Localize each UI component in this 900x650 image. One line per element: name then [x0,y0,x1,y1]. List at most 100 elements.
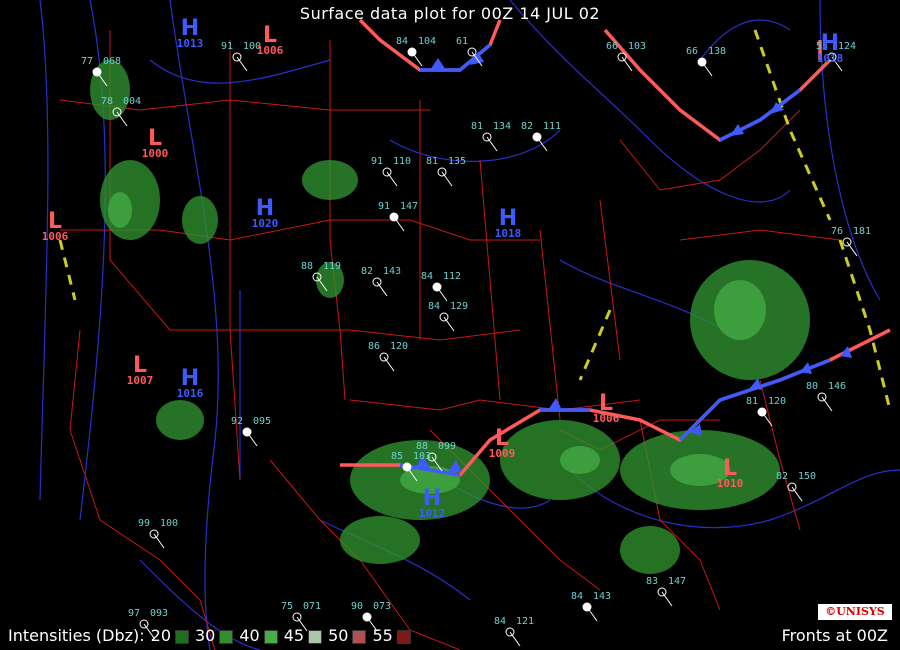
station-temp: 84 [421,271,433,282]
station-temp: 76 [831,226,843,237]
station-pressure: 146 [828,381,846,392]
station-plot: 84 112 [421,271,461,302]
station-pressure: 150 [798,471,816,482]
pressure-value: 1018 [495,227,522,240]
legend-level-40: 40 [239,626,278,645]
station-pressure: 103 [628,41,646,52]
station-temp: 88 [301,261,313,272]
station-pressure: 073 [373,601,391,612]
low-pressure-center: L1006 [593,391,620,425]
station-pressure: 103 [413,451,431,462]
station-temp: 81 [746,396,758,407]
legend-level-50: 50 [328,626,367,645]
station-plot: 81 134 [471,121,511,152]
low-pressure-center: L1006 [42,209,69,243]
station-temp: 90 [351,601,363,612]
wind-barb [383,356,395,372]
station-pressure: 147 [668,576,686,587]
station-pressure: 120 [768,396,786,407]
wind-barb [486,136,498,152]
wind-barb [436,286,448,302]
radar-echoes [90,60,810,574]
station-temp: 92 [231,416,243,427]
station-pressure: 143 [593,591,611,602]
pressure-value: 1010 [717,477,744,490]
map-title: Surface data plot for 00Z 14 JUL 02 [299,4,601,23]
station-plot: 82 150 [776,471,816,502]
station-temp: 82 [776,471,788,482]
station-pressure: 121 [516,616,534,627]
legend-swatch [352,629,367,644]
station-plot: 84 129 [428,301,468,332]
station-pressure: 095 [253,416,271,427]
legend-level-30: 30 [195,626,234,645]
station-plot: 86 120 [368,341,408,372]
station-temp: 85 [391,451,403,462]
wind-barb [153,533,165,549]
station-temp: 91 [378,201,390,212]
legend-level-55: 55 [372,626,411,645]
station-pressure: 104 [418,36,436,47]
pressure-value: 1018 [817,52,844,65]
station-pressure: 134 [493,121,511,132]
wind-barb [509,631,521,647]
station-plot: 84 104 [396,36,436,67]
station-temp: 77 [81,56,93,67]
wind-barb [791,486,803,502]
wind-barb [386,171,398,187]
station-plot: 82 111 [521,121,561,152]
station-temp: 97 [128,608,140,619]
legend-swatch [263,629,278,644]
station-plot: 99 100 [138,518,178,549]
station-plot: 82 143 [361,266,401,297]
station-temp: 86 [368,341,380,352]
station-pressure: 143 [383,266,401,277]
station-pressure: 071 [303,601,321,612]
fronts-time-label: Fronts at 00Z [781,626,888,645]
station-temp: 82 [521,121,533,132]
wind-barb [586,606,598,622]
surface-map: 77 06878 00491 100 84 104 61 66 103 66 138 55 12481 1… [39,0,900,650]
station-temp: 91 [371,156,383,167]
station-plot: 81 120 [746,396,786,427]
station-plot: 81 135 [426,156,466,187]
pressure-value: 1016 [177,387,204,400]
wind-barb [701,61,713,77]
wind-barb [761,411,773,427]
station-pressure: 120 [390,341,408,352]
legend-level-45: 45 [284,626,323,645]
wind-barb [846,241,858,257]
station-temp: 80 [806,381,818,392]
unisys-logo: ©UNISYS [818,604,892,620]
wind-barb [116,111,128,127]
station-pressure: 138 [708,46,726,57]
wind-barb [443,316,455,332]
wind-barb [393,216,405,232]
wind-barb [376,281,388,297]
pressure-value: 1009 [489,447,516,460]
station-temp: 78 [101,96,113,107]
wind-barb [821,396,833,412]
station-temp: 91 [221,41,233,52]
wind-barb [246,431,258,447]
station-pressure: 124 [838,41,856,52]
station-pressure: 181 [853,226,871,237]
station-pressure: 119 [323,261,341,272]
station-pressure: 135 [448,156,466,167]
station-pressure: 112 [443,271,461,282]
pressure-value: 1013 [177,37,204,50]
station-pressure: 093 [150,608,168,619]
wind-barb [441,171,453,187]
legend-label: Intensities (Dbz): [8,626,145,645]
wind-barb [536,136,548,152]
pressure-value: 1020 [252,217,279,230]
station-pressure: 147 [400,201,418,212]
station-temp: 84 [396,36,408,47]
high-pressure-center: H1018 [495,206,522,240]
station-temp: 61 [456,36,468,47]
station-pressure: 099 [438,441,456,452]
station-temp: 82 [361,266,373,277]
station-temp: 84 [571,591,583,602]
low-pressure-center: L1007 [127,353,154,387]
station-temp: 66 [686,46,698,57]
